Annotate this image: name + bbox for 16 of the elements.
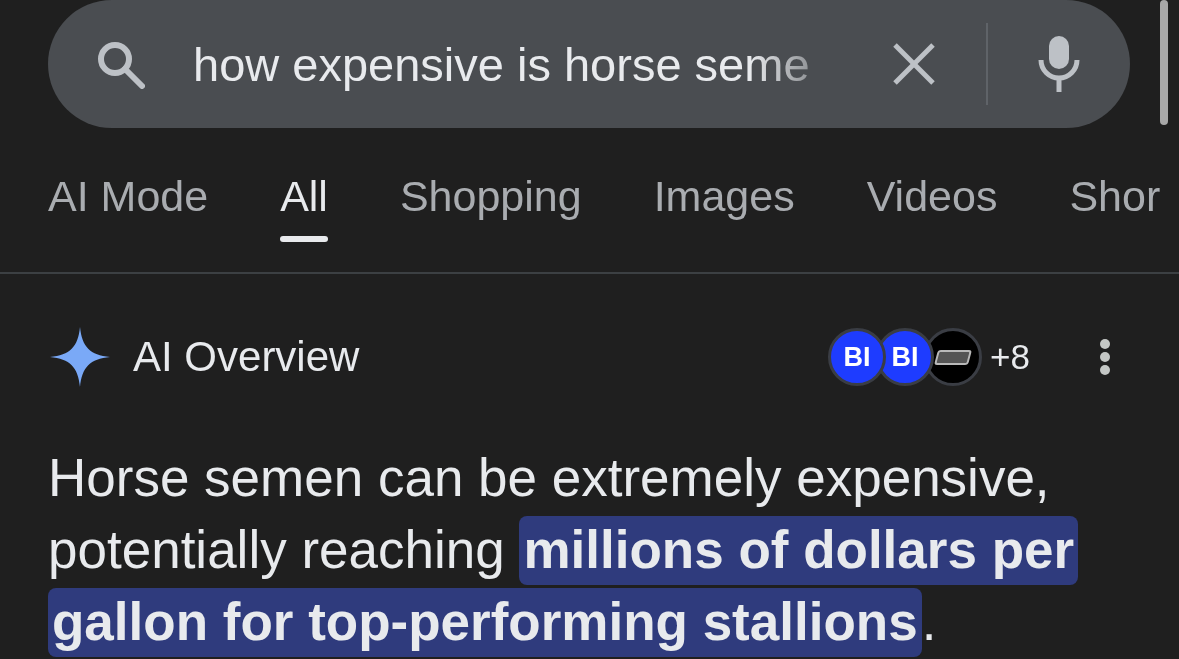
menu-icon[interactable] bbox=[1100, 339, 1110, 375]
microphone-icon[interactable] bbox=[1038, 36, 1080, 92]
search-icon[interactable] bbox=[95, 39, 145, 89]
tab[interactable]: Images bbox=[653, 168, 795, 242]
source-count: +8 bbox=[990, 337, 1030, 377]
sparkle-icon bbox=[50, 327, 110, 387]
close-icon[interactable] bbox=[892, 42, 936, 86]
tab[interactable]: Shor bbox=[1069, 168, 1161, 242]
section-title: AI Overview bbox=[133, 333, 360, 381]
tab[interactable]: Videos bbox=[866, 168, 998, 242]
tab[interactable]: Shopping bbox=[399, 168, 582, 242]
search-input[interactable]: how expensive is horse seme bbox=[193, 36, 810, 92]
tab[interactable]: AI Mode bbox=[48, 168, 209, 242]
tab[interactable]: All bbox=[280, 168, 328, 242]
scrollbar-thumb[interactable] bbox=[1160, 0, 1168, 125]
source-logo: BI bbox=[828, 328, 887, 386]
